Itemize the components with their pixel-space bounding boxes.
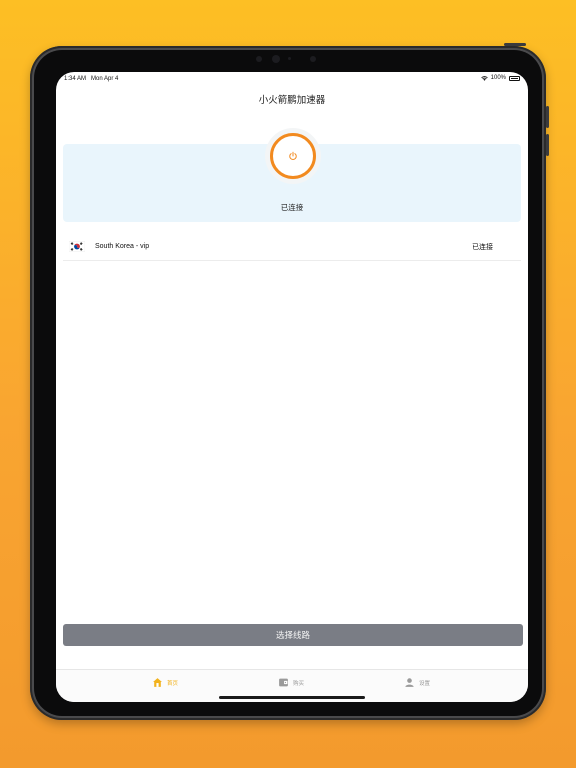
home-indicator [219, 696, 365, 699]
connection-panel: 已连接 [63, 128, 521, 222]
wifi-icon [480, 75, 488, 81]
app-screen: 1:34 AM Mon Apr 4 100% 小火箭鹏加速器 已连接 South… [56, 72, 528, 702]
home-icon [153, 678, 162, 687]
battery-percentage: 100% [490, 75, 506, 81]
power-side-button [504, 43, 526, 46]
select-route-button[interactable]: 选择线路 [63, 624, 523, 646]
status-indicators: 100% [480, 75, 520, 81]
tab-home[interactable]: 首页 [152, 677, 178, 688]
server-status: 已连接 [472, 244, 493, 251]
power-button-halo [265, 128, 321, 184]
purchase-icon [279, 678, 288, 687]
south-korea-flag-icon [69, 241, 85, 252]
server-list-item[interactable]: South Korea - vip 已连接 [63, 234, 521, 261]
status-time: 1:34 AM Mon Apr 4 [64, 76, 119, 82]
tab-label: 首页 [167, 680, 179, 687]
user-icon [405, 678, 414, 687]
power-toggle-button[interactable] [270, 133, 316, 179]
tab-label: 购买 [293, 680, 305, 687]
ipad-device-frame: 1:34 AM Mon Apr 4 100% 小火箭鹏加速器 已连接 South… [30, 43, 549, 720]
camera-bar [248, 55, 328, 64]
tab-purchase[interactable]: 购买 [278, 677, 304, 688]
tab-bar: 首页 购买 设置 [56, 669, 528, 702]
tab-settings[interactable]: 设置 [404, 677, 430, 688]
device-bezel: 1:34 AM Mon Apr 4 100% 小火箭鹏加速器 已连接 South… [34, 50, 542, 716]
status-bar: 1:34 AM Mon Apr 4 100% [56, 72, 528, 86]
volume-button [546, 134, 549, 156]
page-title: 小火箭鹏加速器 [258, 95, 326, 106]
volume-button [546, 106, 549, 128]
server-name: South Korea - vip [95, 243, 150, 250]
power-icon [289, 151, 297, 160]
battery-icon [509, 75, 520, 81]
connection-status-text: 已连接 [280, 203, 304, 212]
tab-label: 设置 [419, 680, 431, 687]
